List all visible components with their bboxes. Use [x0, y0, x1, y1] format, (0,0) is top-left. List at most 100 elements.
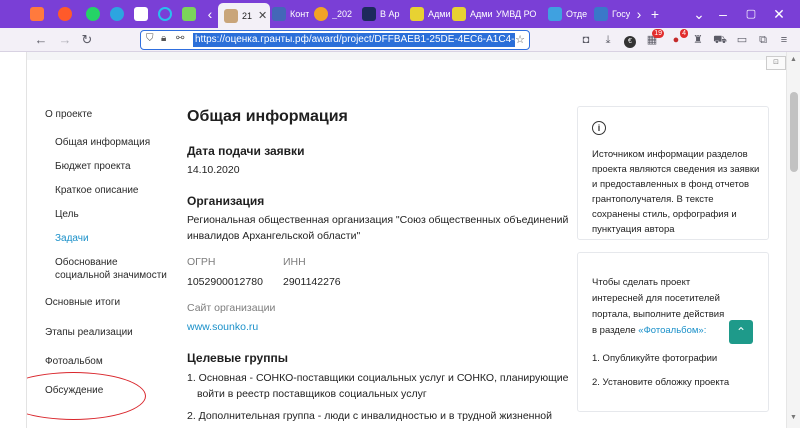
tab-favicon-icon	[272, 7, 286, 21]
extension-circle-icon[interactable]: €	[622, 32, 638, 48]
lock-icon[interactable]: 🔒︎	[161, 33, 166, 44]
tab-favicon-icon	[314, 7, 328, 21]
tab-label: Адми	[428, 9, 450, 19]
shield-icon[interactable]: ⛉	[146, 33, 154, 44]
submission-date-heading: Дата подачи заявки	[187, 144, 305, 158]
whatsapp-icon[interactable]	[86, 7, 100, 21]
close-window-icon[interactable]: ✕	[770, 5, 788, 23]
tab-8[interactable]: Отде	[548, 3, 592, 25]
annotation-circle	[27, 372, 146, 420]
tab-3[interactable]: _202	[314, 3, 358, 25]
extension-calendar-icon[interactable]: ▦ 19	[644, 29, 664, 48]
photo-card-line3: портала, выполните действия	[592, 309, 725, 320]
sidebar-item-justification-line2[interactable]: социальной значимости	[55, 269, 167, 282]
tab-favicon-icon	[362, 7, 376, 21]
url-text[interactable]: https://оценка.гранты.рф/award/project/D…	[193, 33, 515, 47]
bookmark-star-icon[interactable]: ☆	[515, 33, 525, 46]
tab-close-icon[interactable]: ✕	[258, 9, 267, 22]
sidebar-item-tasks[interactable]: Задачи	[55, 232, 89, 245]
photo-card-line1: Чтобы сделать проект	[592, 277, 691, 288]
telegram-icon[interactable]	[110, 7, 124, 21]
permissions-icon[interactable]: ⚯	[176, 33, 184, 44]
browser-tab-strip: ‹ 21 ✕ Конт _202 В Ар Адми Адми УМВД РО …	[0, 0, 800, 28]
scroll-down-arrow-icon[interactable]: ▼	[790, 414, 797, 421]
url-bar[interactable]: ⛉ 🔒︎ ⚯ https://оценка.гранты.рф/award/pr…	[140, 30, 530, 50]
ogrn-label: ОГРН	[187, 256, 216, 268]
sidebar-item-general-info[interactable]: Общая информация	[55, 136, 150, 149]
sidebar-item-summary[interactable]: Краткое описание	[55, 184, 139, 197]
photo-card-line4-prefix: в разделе	[592, 325, 639, 336]
calendar-icon[interactable]	[182, 7, 196, 21]
tab-label: Отде	[566, 9, 588, 19]
organization-name-line2: инвалидов Архангельской области"	[187, 230, 361, 242]
downloads-icon[interactable]: ⤓	[600, 32, 616, 48]
extension-monitor-icon[interactable]: ▭	[734, 32, 750, 48]
minimize-icon[interactable]: –	[714, 5, 732, 23]
notification-badge: 4	[680, 29, 688, 38]
sidebar-item-stages[interactable]: Этапы реализации	[45, 326, 133, 339]
tab-7[interactable]: УМВД РО	[496, 3, 548, 25]
sidebar-item-goal[interactable]: Цель	[55, 208, 79, 221]
extension-cart-icon[interactable]: ⛟	[712, 32, 728, 48]
list-all-tabs-button[interactable]: ⌄	[690, 5, 708, 23]
tab-label: Конт	[290, 9, 310, 19]
menu-icon[interactable]: ≡	[776, 32, 792, 48]
organization-heading: Организация	[187, 194, 265, 208]
browser-nav-bar: ← → ↻ ⛉ 🔒︎ ⚯ https://оценка.гранты.рф/aw…	[0, 28, 800, 52]
sidebar-item-budget[interactable]: Бюджет проекта	[55, 160, 131, 173]
tab-label: Адми	[470, 9, 492, 19]
tab-6[interactable]: Адми	[452, 3, 492, 25]
scroll-up-arrow-icon[interactable]: ▲	[790, 56, 797, 63]
tab-favicon-icon	[594, 7, 608, 21]
page-title: Общая информация	[187, 108, 348, 125]
target-group-1-line2: войти в реестр поставщиков социальных ус…	[197, 388, 427, 400]
extension-notify-icon[interactable]: ● 4	[668, 29, 688, 48]
firefox-view-icon[interactable]	[30, 7, 44, 21]
back-icon[interactable]: ←	[32, 31, 50, 49]
photo-card-step2: 2. Установите обложку проекта	[592, 377, 730, 388]
tab-2[interactable]: Конт	[272, 3, 312, 25]
tab-label: Госу	[612, 9, 631, 19]
tab-label: УМВД РО	[496, 9, 537, 19]
tab-5[interactable]: Адми	[410, 3, 450, 25]
page-scrollbar[interactable]: ▲ ▼	[786, 52, 800, 428]
pocket-icon[interactable]	[158, 7, 172, 21]
sidebar-item-results[interactable]: Основные итоги	[45, 296, 120, 309]
sidebar-item-photo-album[interactable]: Фотоальбом	[45, 355, 103, 368]
target-group-2-line1: 2. Дополнительная группа - люди с инвали…	[187, 410, 552, 422]
tab-label: 21	[242, 10, 253, 21]
page-top-stripe	[27, 52, 786, 60]
info-card-line3: и предоставленных в фонд отчетов	[592, 179, 750, 190]
submission-date-value: 14.10.2020	[187, 164, 240, 176]
new-tab-button[interactable]: +	[646, 5, 664, 23]
pocket-save-icon[interactable]: ◘	[578, 32, 594, 48]
forward-icon[interactable]: →	[56, 31, 74, 49]
photo-card-line2: интересней для посетителей	[592, 293, 720, 304]
music-icon[interactable]	[134, 7, 148, 21]
extension-bag-icon[interactable]: ♜	[690, 32, 706, 48]
site-link[interactable]: www.sounko.ru	[187, 321, 258, 333]
page-viewport: О проекте Общая информация Бюджет проект…	[26, 52, 786, 428]
organization-name-line1: Региональная общественная организация "С…	[187, 214, 569, 226]
tab-4[interactable]: В Ар	[362, 3, 406, 25]
tab-active[interactable]: 21 ✕	[218, 3, 270, 28]
scroll-to-top-button[interactable]: ⌃	[729, 320, 753, 344]
info-card-line6: пунктуация автора	[592, 224, 675, 235]
sidebar-item-about[interactable]: О проекте	[45, 108, 92, 121]
photo-album-link[interactable]: «Фотоальбом»:	[638, 325, 706, 336]
target-groups-heading: Целевые группы	[187, 351, 288, 365]
inn-value: 2901142276	[283, 276, 341, 288]
tab-label: _202	[332, 9, 353, 19]
firefox-icon[interactable]	[58, 7, 72, 21]
zoom-indicator: ⊡	[766, 56, 786, 70]
reload-icon[interactable]: ↻	[78, 31, 96, 49]
photo-card-step1: 1. Опубликуйте фотографии	[592, 353, 718, 364]
inn-label: ИНН	[283, 256, 306, 268]
sidebar-item-justification[interactable]: Обоснование	[55, 256, 118, 269]
scroll-thumb[interactable]	[790, 92, 798, 172]
target-group-1-line1: 1. Основная - СОНКО-поставщики социальны…	[187, 372, 569, 384]
extensions-puzzle-icon[interactable]: ⧉	[755, 32, 771, 48]
tab-favicon-icon	[548, 7, 562, 21]
tabs-scroll-left-icon[interactable]: ‹	[201, 5, 219, 23]
maximize-icon[interactable]: ▢	[742, 5, 760, 23]
